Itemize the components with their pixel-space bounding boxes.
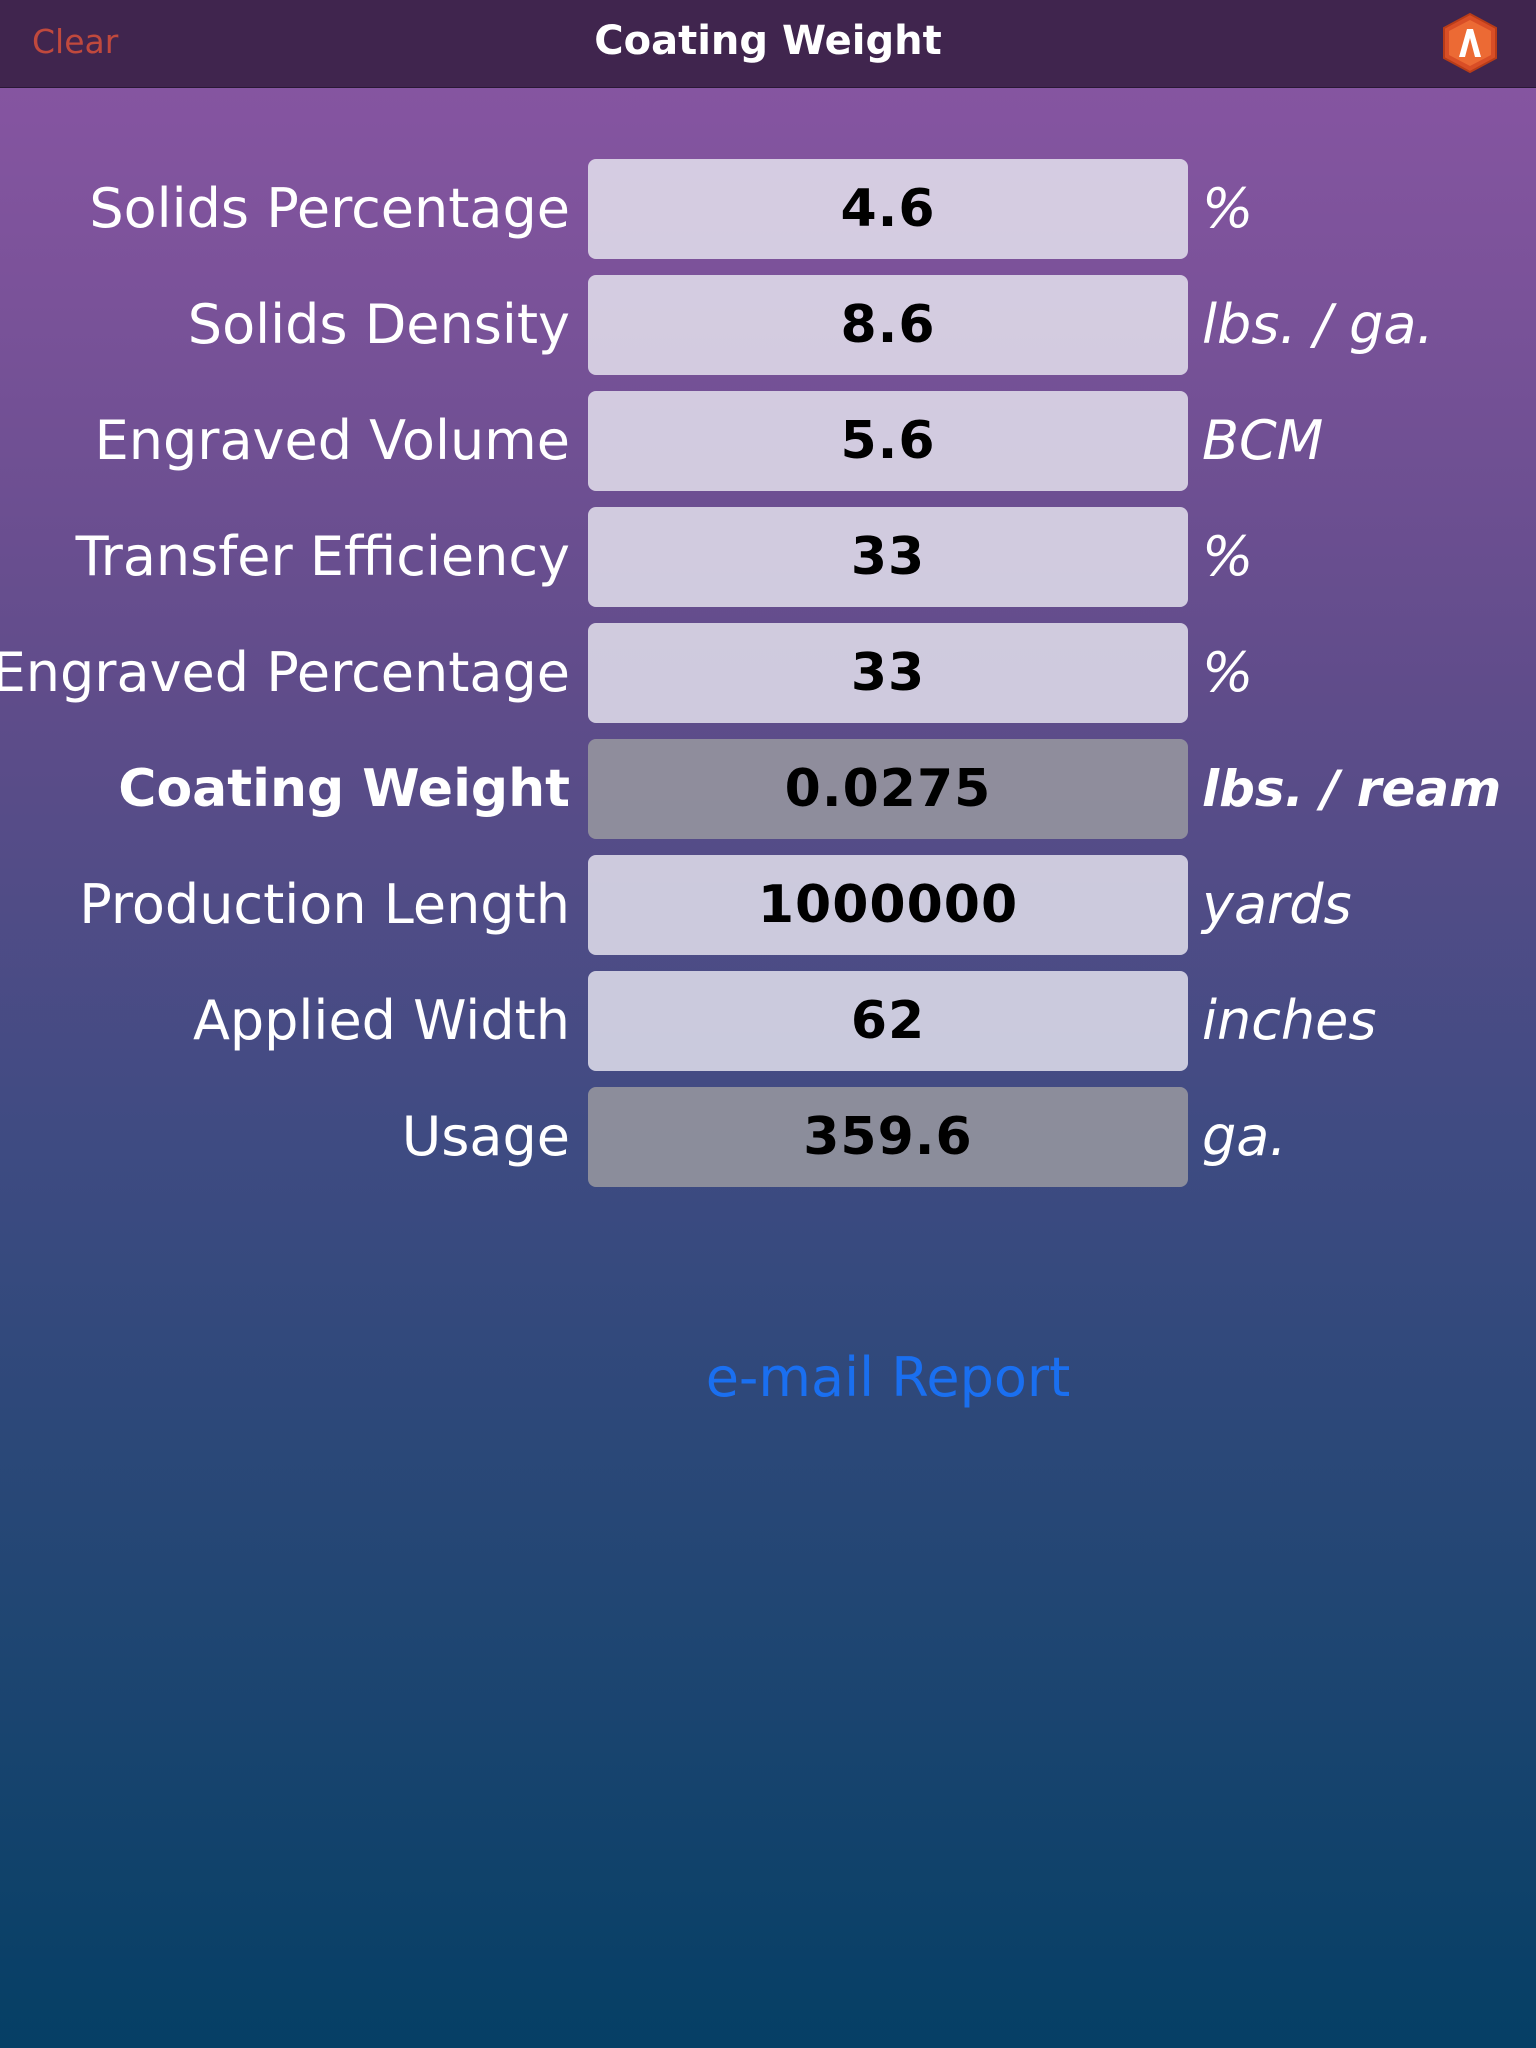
- solids-density-input[interactable]: 8.6: [588, 275, 1188, 375]
- row-unit: inches: [1202, 989, 1377, 1052]
- row-transfer-efficiency: Transfer Efficiency 33 %: [0, 507, 1536, 607]
- navigation-bar: Clear Coating Weight: [0, 0, 1536, 88]
- row-label: Coating Weight: [118, 759, 570, 819]
- row-label: Solids Percentage: [89, 177, 570, 240]
- production-length-input[interactable]: 1000000: [588, 855, 1188, 955]
- email-report-link[interactable]: e-mail Report: [588, 1346, 1188, 1409]
- row-unit: %: [1202, 641, 1254, 704]
- row-label: Engraved Volume: [94, 409, 570, 472]
- usage-output: 359.6: [588, 1087, 1188, 1187]
- row-label: Engraved Percentage: [0, 641, 570, 704]
- row-engraved-volume: Engraved Volume 5.6 BCM: [0, 391, 1536, 491]
- row-engraved-percentage: Engraved Percentage 33 %: [0, 623, 1536, 723]
- row-solids-percentage: Solids Percentage 4.6 %: [0, 159, 1536, 259]
- page-title: Coating Weight: [594, 18, 942, 64]
- transfer-efficiency-input[interactable]: 33: [588, 507, 1188, 607]
- solids-percentage-input[interactable]: 4.6: [588, 159, 1188, 259]
- engraved-volume-input[interactable]: 5.6: [588, 391, 1188, 491]
- row-unit: yards: [1202, 873, 1352, 936]
- row-unit: lbs. / ream: [1202, 760, 1502, 818]
- row-applied-width: Applied Width 62 inches: [0, 971, 1536, 1071]
- row-label: Solids Density: [187, 293, 570, 356]
- row-usage: Usage 359.6 ga.: [0, 1087, 1536, 1187]
- row-label: Transfer Efficiency: [75, 525, 570, 588]
- row-label: Usage: [401, 1105, 570, 1168]
- row-unit: %: [1202, 177, 1254, 240]
- engraved-percentage-input[interactable]: 33: [588, 623, 1188, 723]
- row-unit: %: [1202, 525, 1254, 588]
- row-unit: BCM: [1202, 409, 1324, 472]
- applied-width-input[interactable]: 62: [588, 971, 1188, 1071]
- row-unit: ga.: [1202, 1105, 1287, 1168]
- row-label: Production Length: [79, 873, 570, 936]
- row-solids-density: Solids Density 8.6 lbs. / ga.: [0, 275, 1536, 375]
- app-logo-icon[interactable]: [1440, 12, 1500, 74]
- row-label: Applied Width: [192, 989, 570, 1052]
- row-production-length: Production Length 1000000 yards: [0, 855, 1536, 955]
- row-coating-weight: Coating Weight 0.0275 lbs. / ream: [0, 739, 1536, 839]
- coating-weight-output: 0.0275: [588, 739, 1188, 839]
- row-unit: lbs. / ga.: [1202, 293, 1434, 356]
